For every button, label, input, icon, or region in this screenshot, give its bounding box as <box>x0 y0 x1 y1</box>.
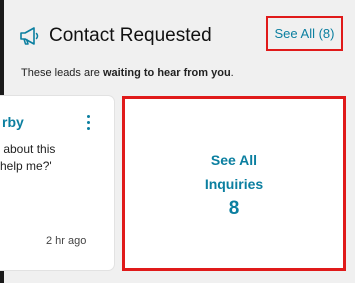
subtitle-emphasis: waiting to hear from you <box>102 67 231 79</box>
see-all-inquiries-label: See All Inquiries <box>204 151 264 192</box>
megaphone-icon <box>20 27 39 45</box>
subtitle-suffix: . <box>230 67 234 79</box>
contact-requested-panel: Contact Requested See All (8) These lead… <box>0 0 355 283</box>
lead-name[interactable]: rby <box>2 114 24 130</box>
lead-message: about this help me?' <box>0 142 56 173</box>
see-all-link[interactable]: See All (8) <box>266 16 343 51</box>
section-header: Contact Requested <box>19 22 212 50</box>
subtitle-prefix: These leads are <box>21 67 103 79</box>
page-title: Contact Requested <box>49 25 212 46</box>
lead-card[interactable]: rby about this help me?' 2 hr ago <box>0 96 114 270</box>
inquiries-count: 8 <box>228 197 240 219</box>
section-subtitle: These leads are waiting to hear from you… <box>21 67 234 79</box>
lead-timestamp: 2 hr ago <box>46 235 87 247</box>
kebab-menu-icon[interactable] <box>84 115 92 133</box>
see-all-inquiries-card[interactable]: See All Inquiries 8 <box>122 96 346 271</box>
